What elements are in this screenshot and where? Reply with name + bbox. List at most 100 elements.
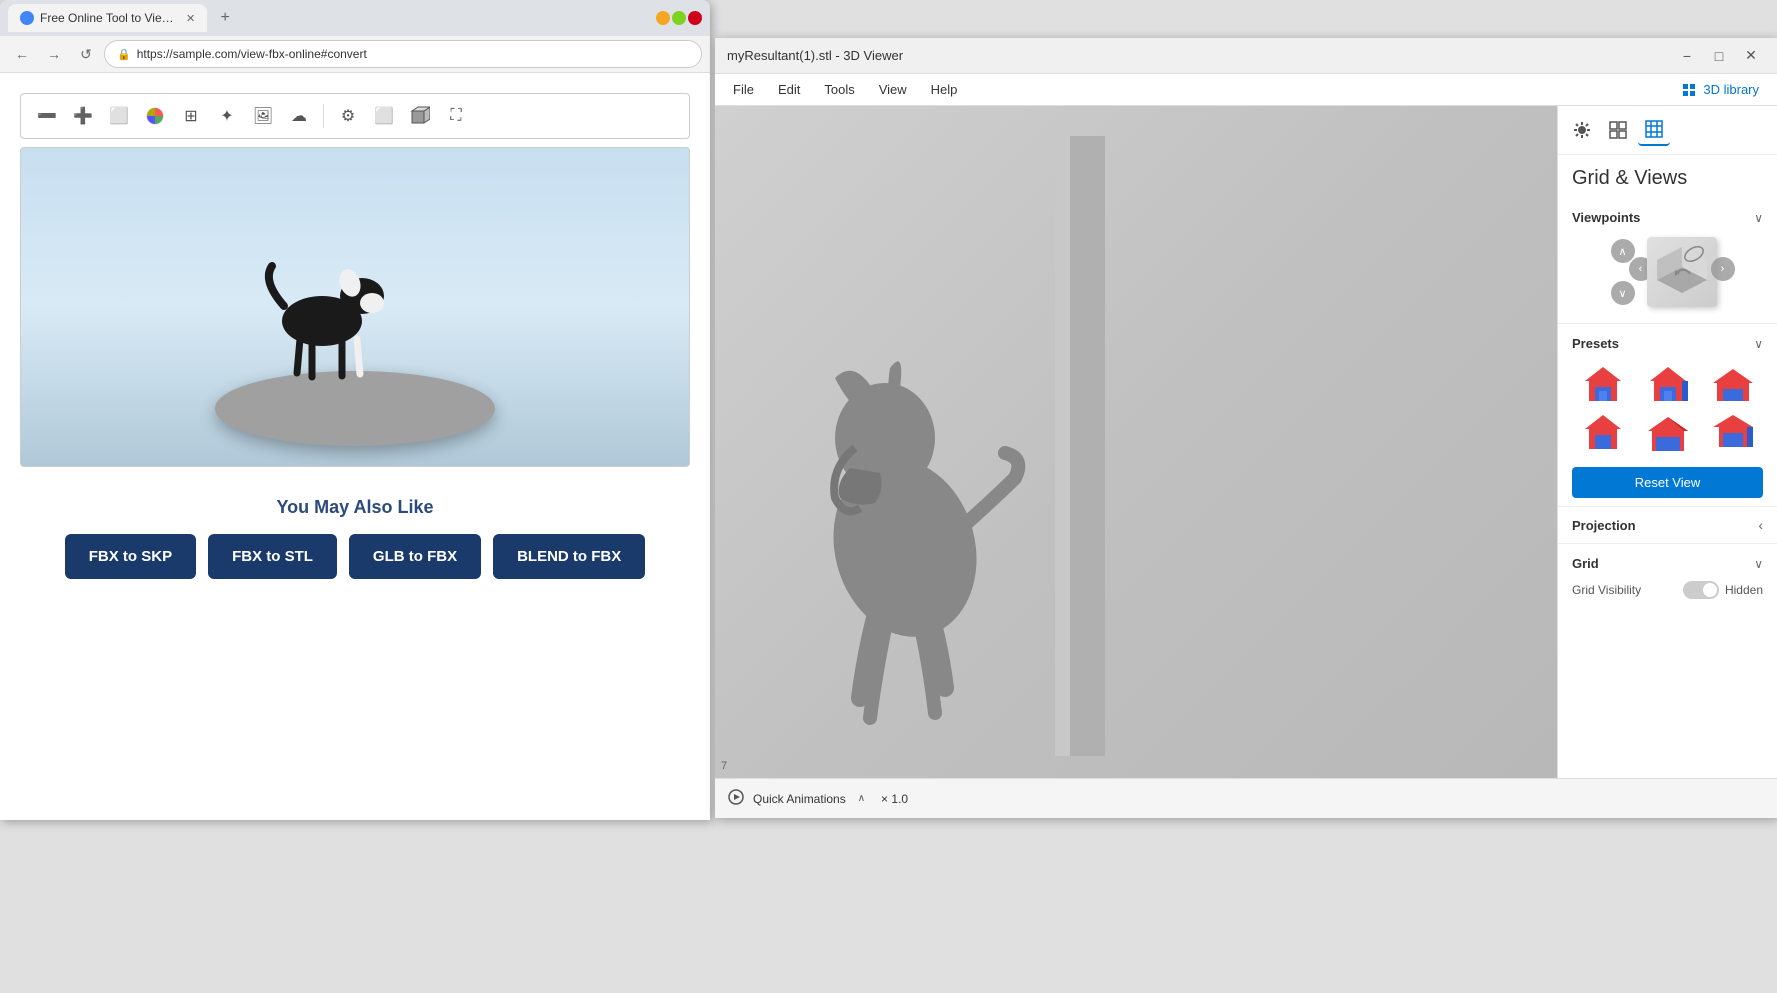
menu-view[interactable]: View [869, 78, 917, 101]
menu-help[interactable]: Help [921, 78, 968, 101]
projection-chevron[interactable]: ‹ [1758, 517, 1763, 533]
preset-3[interactable] [1702, 363, 1763, 407]
library-icon [1681, 82, 1697, 98]
fullscreen-button[interactable]: ⛶ [440, 100, 472, 132]
you-may-like-section: You May Also Like FBX to SKP FBX to STL … [20, 497, 690, 579]
zoom-in-button[interactable]: ➕ [67, 100, 99, 132]
presets-grid [1572, 355, 1763, 463]
you-may-like-title: You May Also Like [20, 497, 690, 518]
grid-visibility-row: Grid Visibility Hidden [1572, 575, 1763, 605]
preset-1[interactable] [1572, 363, 1633, 407]
menu-tools[interactable]: Tools [814, 78, 864, 101]
grid-visibility-toggle[interactable] [1683, 581, 1719, 599]
panel-icon-row [1558, 106, 1777, 155]
cube-button[interactable]: ⬜ [368, 100, 400, 132]
maximize-button[interactable]: □ [1705, 42, 1733, 70]
nav-down-arrow[interactable]: ∨ [1611, 281, 1635, 305]
lock-icon: 🔒 [117, 48, 131, 61]
coordinate-indicator: 7 [721, 760, 727, 772]
settings-button[interactable]: ⚙ [332, 100, 364, 132]
panel-title: Grid & Views [1558, 155, 1777, 198]
browser-window: Free Online Tool to View 3D F8 ✕ + ← → ↺… [0, 0, 710, 820]
viewer-toolbar: ➖ ➕ ⬜ ⊞ ✦ 🖼 ☁ ⚙ ⬜ [20, 93, 690, 139]
viewpoints-chevron: ∨ [1754, 211, 1763, 225]
browser-controls: ← → ↺ 🔒 https://sample.com/view-fbx-onli… [0, 36, 710, 73]
wolf-svg [775, 248, 1035, 728]
browser-tab-title: Free Online Tool to View 3D F8 [40, 11, 180, 25]
back-button[interactable]: ← [8, 40, 36, 68]
reset-view-button[interactable]: Reset View [1572, 467, 1763, 498]
dog-svg [242, 211, 402, 391]
address-bar[interactable]: 🔒 https://sample.com/view-fbx-online#con… [104, 40, 702, 68]
sun-icon [1572, 120, 1592, 140]
fbx-to-skp-button[interactable]: FBX to SKP [65, 534, 196, 579]
preset-5[interactable] [1637, 411, 1698, 455]
grid-visibility-state: Hidden [1725, 583, 1763, 597]
glb-to-fbx-button[interactable]: GLB to FBX [349, 534, 481, 579]
menu-file[interactable]: File [723, 78, 764, 101]
speed-multiplier: × 1.0 [881, 792, 908, 806]
fbx-to-stl-button[interactable]: FBX to STL [208, 534, 337, 579]
lighting-button[interactable]: ✦ [211, 100, 243, 132]
panel-icon-grid[interactable] [1638, 114, 1670, 146]
preset-6[interactable] [1702, 411, 1763, 455]
browser-tab[interactable]: Free Online Tool to View 3D F8 ✕ [8, 4, 207, 32]
quick-animations-label: Quick Animations [753, 792, 846, 806]
viewer-window-title: myResultant(1).stl - 3D Viewer [727, 48, 1673, 63]
panel-icon-sun[interactable] [1566, 114, 1598, 146]
url-text: https://sample.com/view-fbx-online#conve… [137, 47, 367, 61]
projection-section: Projection ‹ [1558, 507, 1777, 544]
nav-up-arrow[interactable]: ∧ [1611, 239, 1635, 263]
upload-button[interactable]: ☁ [283, 100, 315, 132]
panel-icon-layout[interactable] [1602, 114, 1634, 146]
grid-visibility-label: Grid Visibility [1572, 583, 1641, 597]
library-label: 3D library [1703, 82, 1759, 97]
grid-chevron: ∨ [1754, 557, 1763, 571]
cube-nav[interactable] [1647, 237, 1717, 307]
grid-label: Grid [1572, 556, 1599, 571]
viewer-window: myResultant(1).stl - 3D Viewer − □ ✕ Fil… [715, 38, 1777, 818]
projection-label: Projection [1572, 518, 1636, 533]
forward-button[interactable]: → [40, 40, 68, 68]
viewpoints-label: Viewpoints [1572, 210, 1640, 225]
color-button[interactable] [139, 100, 171, 132]
grid-section: Grid ∨ Grid Visibility Hidden [1558, 544, 1777, 613]
browser-maximize-btn[interactable] [672, 11, 686, 25]
viewer-3d-scene[interactable]: 7 [715, 106, 1557, 778]
grid-tool-button[interactable]: ⊞ [175, 100, 207, 132]
viewpoints-header[interactable]: Viewpoints ∨ [1572, 206, 1763, 229]
animation-icon [727, 788, 745, 809]
browser-close-btn[interactable] [688, 11, 702, 25]
presets-header[interactable]: Presets ∨ [1572, 332, 1763, 355]
viewer-menubar: File Edit Tools View Help 3D library [715, 74, 1777, 106]
viewer-bottombar: Quick Animations ∧ × 1.0 [715, 778, 1777, 818]
tab-close-button[interactable]: ✕ [186, 12, 195, 25]
viewer-titlebar: myResultant(1).stl - 3D Viewer − □ ✕ [715, 38, 1777, 74]
right-panel: Grid & Views Viewpoints ∨ ∧ ∨ ‹ [1557, 106, 1777, 778]
preset-2[interactable] [1637, 363, 1698, 407]
titlebar-controls: − □ ✕ [1673, 42, 1765, 70]
box-button[interactable] [404, 100, 436, 132]
browser-titlebar: Free Online Tool to View 3D F8 ✕ + [0, 0, 710, 36]
grid-header[interactable]: Grid ∨ [1572, 552, 1763, 575]
browser-minimize-btn[interactable] [656, 11, 670, 25]
menu-edit[interactable]: Edit [768, 78, 810, 101]
refresh-button[interactable]: ↺ [72, 40, 100, 68]
preset-4[interactable] [1572, 411, 1633, 455]
close-button[interactable]: ✕ [1737, 42, 1765, 70]
quick-animations-caret[interactable]: ∧ [858, 793, 865, 804]
blend-to-fbx-button[interactable]: BLEND to FBX [493, 534, 645, 579]
presets-label: Presets [1572, 336, 1619, 351]
presets-chevron: ∨ [1754, 337, 1763, 351]
minimize-button[interactable]: − [1673, 42, 1701, 70]
browser-content: ➖ ➕ ⬜ ⊞ ✦ 🖼 ☁ ⚙ ⬜ [0, 73, 710, 820]
zoom-out-button[interactable]: ➖ [31, 100, 63, 132]
nav-right-arrow[interactable]: › [1711, 257, 1735, 281]
frame-button[interactable]: ⬜ [103, 100, 135, 132]
image-button[interactable]: 🖼 [247, 100, 279, 132]
new-tab-button[interactable]: + [211, 4, 239, 32]
menu-3dlibrary[interactable]: 3D library [1671, 78, 1769, 102]
toolbar-separator [323, 104, 324, 128]
conversion-buttons: FBX to SKP FBX to STL GLB to FBX BLEND t… [20, 534, 690, 579]
grid-icon [1644, 119, 1664, 139]
